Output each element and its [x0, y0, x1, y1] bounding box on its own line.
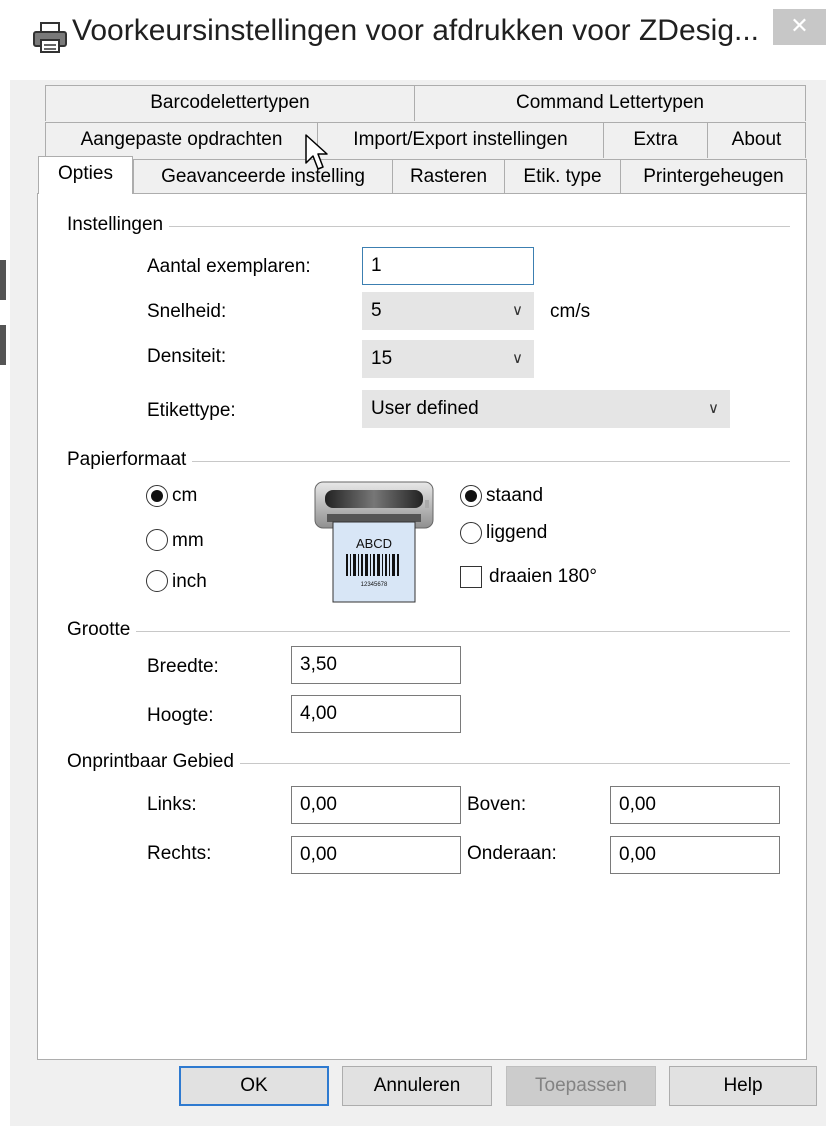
group-label-grootte: Grootte: [67, 619, 137, 641]
density-select-value: 15: [371, 348, 393, 369]
group-divider: [70, 631, 790, 632]
margin-bottom-label: Onderaan:: [467, 843, 557, 864]
margin-top-input[interactable]: 0,00: [610, 786, 780, 824]
apply-button[interactable]: Toepassen: [506, 1066, 656, 1106]
title-bar[interactable]: Voorkeursinstellingen voor afdrukken voo…: [0, 0, 826, 80]
speed-label: Snelheid:: [147, 301, 227, 322]
density-label: Densiteit:: [147, 346, 227, 367]
radio-inch-label[interactable]: inch: [172, 571, 207, 593]
rotate-180-label[interactable]: draaien 180°: [489, 566, 597, 588]
background-window-edge: [0, 260, 6, 300]
radio-staand-label[interactable]: staand: [486, 485, 543, 507]
preview-text: ABCD: [356, 536, 392, 551]
tab-import-export[interactable]: Import/Export instellingen: [317, 122, 604, 158]
printer-icon: [33, 22, 67, 53]
density-select[interactable]: 15 ∨: [362, 340, 534, 378]
chevron-down-icon: ∨: [512, 350, 523, 367]
radio-cm-label[interactable]: cm: [172, 485, 197, 507]
tab-command-lettertypen[interactable]: Command Lettertypen: [414, 85, 806, 121]
label-printer-preview-icon: ABCD 12345678: [314, 481, 434, 603]
radio-cm[interactable]: [146, 485, 168, 507]
radio-liggend-label[interactable]: liggend: [486, 522, 547, 544]
margin-right-input[interactable]: 0,00: [291, 836, 461, 874]
label-type-select-value: User defined: [371, 398, 479, 419]
margin-bottom-input[interactable]: 0,00: [610, 836, 780, 874]
background-window-edge: [0, 325, 6, 365]
preview-digits: 12345678: [361, 582, 388, 588]
copies-label: Aantal exemplaren:: [147, 256, 311, 277]
rotate-180-checkbox[interactable]: [460, 566, 482, 588]
tab-opties[interactable]: Opties: [38, 156, 133, 194]
chevron-down-icon: ∨: [708, 400, 719, 417]
margin-right-label: Rechts:: [147, 843, 212, 864]
height-input[interactable]: 4,00: [291, 695, 461, 733]
group-divider: [70, 226, 790, 227]
speed-select[interactable]: 5 ∨: [362, 292, 534, 330]
tab-barcodelettertypen[interactable]: Barcodelettertypen: [45, 85, 415, 121]
tab-about[interactable]: About: [707, 122, 806, 158]
width-input[interactable]: 3,50: [291, 646, 461, 684]
help-button[interactable]: Help: [669, 1066, 817, 1106]
tab-etik-type[interactable]: Etik. type: [504, 159, 621, 195]
radio-staand[interactable]: [460, 485, 482, 507]
group-label-onprintbaar-gebied: Onprintbaar Gebied: [67, 751, 240, 773]
label-type-label: Etikettype:: [147, 400, 236, 421]
ok-button[interactable]: OK: [179, 1066, 329, 1106]
chevron-down-icon: ∨: [512, 302, 523, 319]
mouse-cursor-icon: [305, 134, 328, 170]
margin-left-input[interactable]: 0,00: [291, 786, 461, 824]
copies-input[interactable]: 1: [362, 247, 534, 285]
speed-unit-label: cm/s: [550, 301, 591, 322]
margin-top-label: Boven:: [467, 794, 527, 815]
tab-rasteren[interactable]: Rasteren: [392, 159, 505, 195]
speed-select-value: 5: [371, 300, 382, 321]
tab-extra[interactable]: Extra: [603, 122, 708, 158]
label-type-select[interactable]: User defined ∨: [362, 390, 730, 428]
group-label-papierformaat: Papierformaat: [67, 449, 193, 471]
cancel-button[interactable]: Annuleren: [342, 1066, 492, 1106]
tab-geavanceerde-instelling[interactable]: Geavanceerde instelling: [133, 159, 393, 195]
radio-mm[interactable]: [146, 529, 168, 551]
radio-mm-label[interactable]: mm: [172, 530, 204, 552]
tab-aangepaste-opdrachten[interactable]: Aangepaste opdrachten: [45, 122, 318, 158]
margin-left-label: Links:: [147, 794, 197, 815]
height-label: Hoogte:: [147, 705, 214, 726]
radio-liggend[interactable]: [460, 522, 482, 544]
close-button[interactable]: ✕: [773, 9, 826, 45]
window-title: Voorkeursinstellingen voor afdrukken voo…: [72, 14, 760, 47]
radio-inch[interactable]: [146, 570, 168, 592]
width-label: Breedte:: [147, 656, 219, 677]
tab-printergeheugen[interactable]: Printergeheugen: [620, 159, 807, 195]
group-label-instellingen: Instellingen: [67, 214, 170, 236]
